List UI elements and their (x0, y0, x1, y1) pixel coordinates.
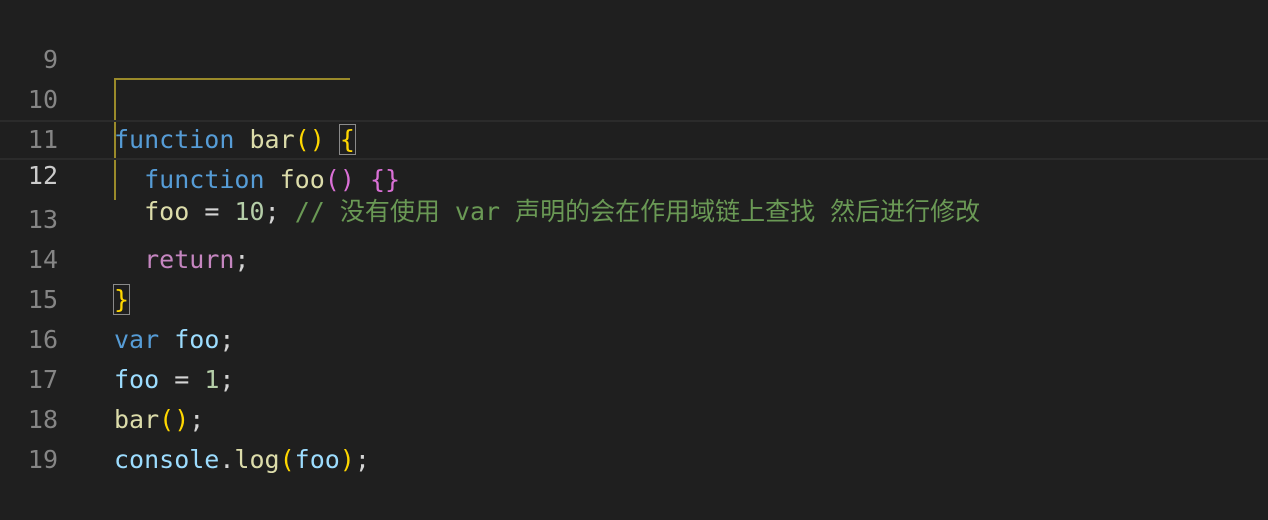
token-variable: foo (294, 445, 340, 474)
code-line[interactable]: 11 function foo() {} (0, 80, 1268, 194)
code-line[interactable]: 19 (0, 400, 1268, 474)
token-bracket: ( (279, 445, 295, 474)
code-line[interactable]: 15 var foo; (0, 240, 1268, 354)
code-line[interactable]: 16 foo = 1; (0, 280, 1268, 394)
code-text: console.log(foo); (114, 440, 370, 480)
code-line[interactable]: 18 console.log(foo); (0, 360, 1268, 474)
code-line[interactable]: 10 function bar() { (0, 40, 1268, 155)
code-line[interactable]: 13 return; (0, 160, 1268, 274)
token-variable: console (114, 445, 220, 474)
code-line[interactable]: 14 } (0, 200, 1268, 315)
code-line-current[interactable]: 12 foo = 10; // 没有使用 var 声明的会在作用域链上查找 然后… (0, 120, 1268, 226)
token-punctuation: . (219, 445, 235, 474)
code-editor[interactable]: 9 10 function bar() { 11 function foo() … (0, 0, 1268, 474)
code-line[interactable]: 9 (0, 0, 1268, 74)
token-punctuation: ; (354, 445, 370, 474)
token-bracket: ) (339, 445, 355, 474)
token-function: log (234, 445, 280, 474)
code-line[interactable]: 17 bar(); (0, 320, 1268, 434)
line-number: 19 (27, 445, 58, 474)
